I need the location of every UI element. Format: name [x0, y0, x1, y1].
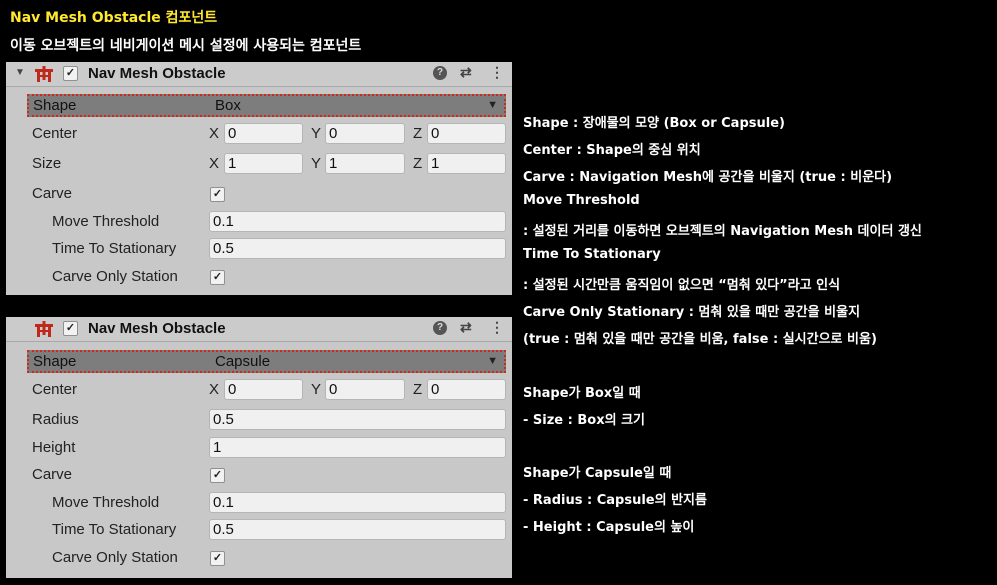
carve-only-stationary-checkbox[interactable]: ✓ — [210, 551, 225, 566]
center-x-field[interactable]: 0 — [224, 123, 303, 144]
nav-mesh-obstacle-icon — [35, 66, 53, 82]
chevron-down-icon: ▼ — [487, 99, 498, 111]
component-header[interactable]: ✓ Nav Mesh Obstacle ? ⇄ ⋮ — [6, 317, 512, 342]
note-move-threshold-desc: : 설정된 거리를 이동하면 오브젝트의 Navigation Mesh 데이터… — [523, 224, 922, 239]
carve-only-stationary-checkbox[interactable]: ✓ — [210, 270, 225, 285]
kebab-menu-icon[interactable]: ⋮ — [490, 319, 504, 336]
center-row: Center X 0 Y 0 Z 0 — [6, 122, 512, 146]
note-capsule-heading: Shape가 Capsule일 때 — [523, 466, 672, 481]
height-field[interactable]: 1 — [209, 437, 506, 458]
preset-sliders-icon[interactable]: ⇄ — [460, 64, 472, 81]
time-to-stationary-label: Time To Stationary — [52, 521, 177, 538]
carve-checkbox[interactable]: ✓ — [210, 187, 225, 202]
radius-field[interactable]: 0.5 — [209, 409, 506, 430]
axis-z-label: Z — [413, 125, 423, 142]
triangle-down-icon[interactable]: ▼ — [15, 67, 25, 78]
move-threshold-label: Move Threshold — [52, 494, 160, 511]
size-y-field[interactable]: 1 — [325, 153, 405, 174]
move-threshold-row: Move Threshold 0.1 — [6, 491, 512, 515]
preset-sliders-icon[interactable]: ⇄ — [460, 319, 472, 336]
page-subtitle: 이동 오브젝트의 네비게이션 메시 설정에 사용되는 컴포넌트 — [10, 38, 362, 54]
time-to-stationary-field[interactable]: 0.5 — [209, 238, 506, 259]
note-carve-only-stationary: Carve Only Stationary : 멈춰 있을 때만 공간을 비울지 — [523, 305, 861, 320]
note-carve-only-stationary-desc: (true : 멈춰 있을 때만 공간을 비움, false : 실시간으로 비… — [523, 332, 877, 347]
note-time-to-stationary: Time To Stationary — [523, 247, 661, 262]
carve-only-stationary-row: Carve Only Station ✓ — [6, 546, 512, 570]
page-title: Nav Mesh Obstacle 컴포넌트 — [10, 10, 218, 26]
move-threshold-label: Move Threshold — [52, 213, 160, 230]
radius-row: Radius 0.5 — [6, 408, 512, 432]
time-to-stationary-field[interactable]: 0.5 — [209, 519, 506, 540]
center-row: Center X 0 Y 0 Z 0 — [6, 378, 512, 402]
nav-mesh-obstacle-icon — [35, 321, 53, 337]
note-time-to-stationary-desc: : 설정된 시간만큼 움직임이 없으면 “멈춰 있다”라고 인식 — [523, 278, 841, 293]
radius-label: Radius — [32, 411, 79, 428]
component-header[interactable]: ▼ ✓ Nav Mesh Obstacle ? ⇄ ⋮ — [6, 62, 512, 87]
component-enabled-checkbox[interactable]: ✓ — [63, 66, 78, 81]
carve-row: Carve ✓ — [6, 182, 512, 206]
size-x-field[interactable]: 1 — [224, 153, 303, 174]
center-label: Center — [32, 381, 78, 398]
time-to-stationary-row: Time To Stationary 0.5 — [6, 237, 512, 261]
shape-value: Box — [215, 97, 241, 114]
shape-dropdown[interactable]: Shape Capsule ▼ — [27, 350, 506, 373]
note-box-heading: Shape가 Box일 때 — [523, 386, 641, 401]
height-row: Height 1 — [6, 436, 512, 460]
axis-y-label: Y — [311, 155, 322, 172]
kebab-menu-icon[interactable]: ⋮ — [490, 64, 504, 81]
axis-y-label: Y — [311, 381, 322, 398]
nav-mesh-obstacle-panel-box: ▼ ✓ Nav Mesh Obstacle ? ⇄ ⋮ Shape Box ▼ … — [6, 62, 512, 295]
axis-z-label: Z — [413, 381, 423, 398]
move-threshold-field[interactable]: 0.1 — [209, 492, 506, 513]
component-title: Nav Mesh Obstacle — [88, 320, 226, 337]
center-x-field[interactable]: 0 — [224, 379, 303, 400]
shape-dropdown[interactable]: Shape Box ▼ — [27, 94, 506, 117]
component-enabled-checkbox[interactable]: ✓ — [63, 321, 78, 336]
move-threshold-row: Move Threshold 0.1 — [6, 210, 512, 234]
axis-x-label: X — [209, 381, 220, 398]
size-label: Size — [32, 155, 62, 172]
height-label: Height — [32, 439, 76, 456]
carve-only-stationary-label: Carve Only Station — [52, 549, 178, 566]
axis-x-label: X — [209, 125, 220, 142]
note-capsule-radius: - Radius : Capsule의 반지름 — [523, 493, 707, 508]
carve-label: Carve — [32, 466, 73, 483]
carve-row: Carve ✓ — [6, 463, 512, 487]
help-icon[interactable]: ? — [433, 321, 447, 335]
time-to-stationary-label: Time To Stationary — [52, 240, 177, 257]
component-title: Nav Mesh Obstacle — [88, 65, 226, 82]
nav-mesh-obstacle-panel-capsule: ✓ Nav Mesh Obstacle ? ⇄ ⋮ Shape Capsule … — [6, 317, 512, 578]
carve-checkbox[interactable]: ✓ — [210, 468, 225, 483]
help-icon[interactable]: ? — [433, 66, 447, 80]
carve-only-stationary-label: Carve Only Station — [52, 268, 178, 285]
note-center: Center : Shape의 중심 위치 — [523, 143, 701, 158]
center-z-field[interactable]: 0 — [427, 123, 506, 144]
shape-label: Shape — [33, 353, 77, 370]
chevron-down-icon: ▼ — [487, 355, 498, 367]
center-y-field[interactable]: 0 — [325, 123, 405, 144]
note-shape: Shape : 장애물의 모양 (Box or Capsule) — [523, 116, 785, 131]
size-row: Size X 1 Y 1 Z 1 — [6, 152, 512, 176]
carve-label: Carve — [32, 185, 73, 202]
note-move-threshold: Move Threshold — [523, 193, 640, 208]
shape-value: Capsule — [215, 353, 271, 370]
move-threshold-field[interactable]: 0.1 — [209, 211, 506, 232]
axis-z-label: Z — [413, 155, 423, 172]
note-box-size: - Size : Box의 크기 — [523, 413, 646, 428]
center-z-field[interactable]: 0 — [427, 379, 506, 400]
center-label: Center — [32, 125, 78, 142]
note-capsule-height: - Height : Capsule의 높이 — [523, 520, 695, 535]
carve-only-stationary-row: Carve Only Station ✓ — [6, 265, 512, 289]
shape-label: Shape — [33, 97, 77, 114]
time-to-stationary-row: Time To Stationary 0.5 — [6, 518, 512, 542]
size-z-field[interactable]: 1 — [427, 153, 506, 174]
note-carve: Carve : Navigation Mesh에 공간을 비울지 (true :… — [523, 170, 893, 185]
axis-x-label: X — [209, 155, 220, 172]
center-y-field[interactable]: 0 — [325, 379, 405, 400]
axis-y-label: Y — [311, 125, 322, 142]
